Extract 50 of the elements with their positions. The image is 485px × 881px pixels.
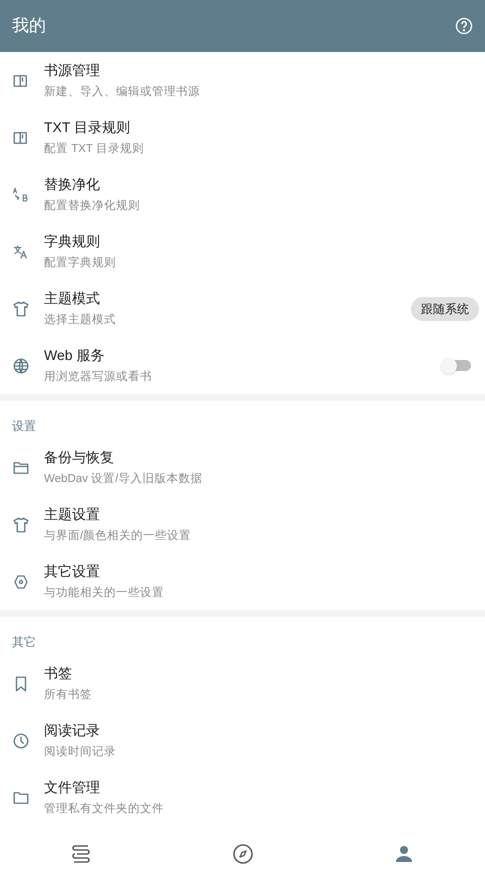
shirt-icon: [12, 516, 30, 534]
item-title: 主题模式: [44, 290, 101, 306]
settings-item[interactable]: 书签 所有书签: [0, 655, 485, 712]
shirt-icon: [12, 300, 30, 318]
item-subtitle: 与功能相关的一些设置: [44, 586, 165, 600]
section-header: 设置: [12, 418, 36, 435]
item-subtitle: 管理私有文件夹的文件: [44, 802, 165, 816]
settings-item[interactable]: 备份与恢复 WebDav 设置/导入旧版本数据: [0, 439, 485, 496]
item-title: 字典规则: [44, 232, 101, 250]
settings-item[interactable]: 阅读记录 阅读时间记录: [0, 712, 485, 769]
item-subtitle: 配置字典规则: [44, 256, 117, 270]
item-title: 其它设置: [44, 562, 101, 580]
item-title: 备份与恢复: [44, 448, 115, 466]
app-bar-title: 我的: [12, 15, 46, 38]
item-title: 阅读记录: [44, 722, 101, 738]
item-subtitle: 用浏览器写源或看书: [44, 370, 153, 384]
settings-item[interactable]: 字典规则 配置字典规则: [0, 223, 485, 280]
item-subtitle: 与界面/颜色相关的一些设置: [44, 528, 192, 544]
settings-item[interactable]: 替换净化 配置替换净化规则: [0, 166, 485, 223]
toggle-switch[interactable]: [441, 358, 471, 374]
translate-icon: [12, 242, 30, 260]
settings-item[interactable]: TXT 目录规则 配置 TXT 目录规则: [0, 109, 485, 166]
settings-item[interactable]: 其它设置 与功能相关的一些设置: [0, 553, 485, 610]
globe-icon: [12, 356, 30, 374]
item-subtitle: 配置替换净化规则: [44, 198, 141, 214]
compass-icon[interactable]: [230, 842, 254, 866]
section-header: 其它: [12, 634, 36, 651]
help-icon[interactable]: [455, 17, 473, 35]
item-subtitle: 配置 TXT 目录规则: [44, 142, 145, 156]
settings-icon: [12, 572, 30, 590]
settings-item[interactable]: Web 服务 用浏览器写源或看书: [0, 337, 485, 394]
item-title: 文件管理: [44, 778, 101, 796]
settings-item[interactable]: 书源管理 新建、导入、编辑或管理书源: [0, 52, 485, 109]
settings-item[interactable]: 主题模式 选择主题模式 跟随系统: [0, 280, 485, 337]
item-title: 书源管理: [44, 62, 101, 78]
clock-icon: [12, 732, 30, 750]
item-subtitle: 所有书签: [44, 688, 93, 702]
item-subtitle: WebDav 设置/导入旧版本数据: [44, 472, 204, 486]
item-subtitle: 阅读时间记录: [44, 744, 117, 760]
settings-item[interactable]: 主题设置 与界面/颜色相关的一些设置: [0, 496, 485, 553]
settings-item[interactable]: 文件管理 管理私有文件夹的文件: [0, 769, 485, 826]
item-subtitle: 新建、导入、编辑或管理书源: [44, 84, 201, 100]
item-title: 书签: [44, 664, 73, 682]
item-title: 替换净化: [44, 176, 101, 192]
item-title: TXT 目录规则: [44, 118, 132, 136]
item-title: Web 服务: [44, 346, 106, 364]
theme-mode-chip[interactable]: 跟随系统: [411, 296, 479, 320]
replace-icon: [12, 186, 30, 204]
item-title: 主题设置: [44, 506, 101, 522]
item-subtitle: 选择主题模式: [44, 312, 117, 328]
